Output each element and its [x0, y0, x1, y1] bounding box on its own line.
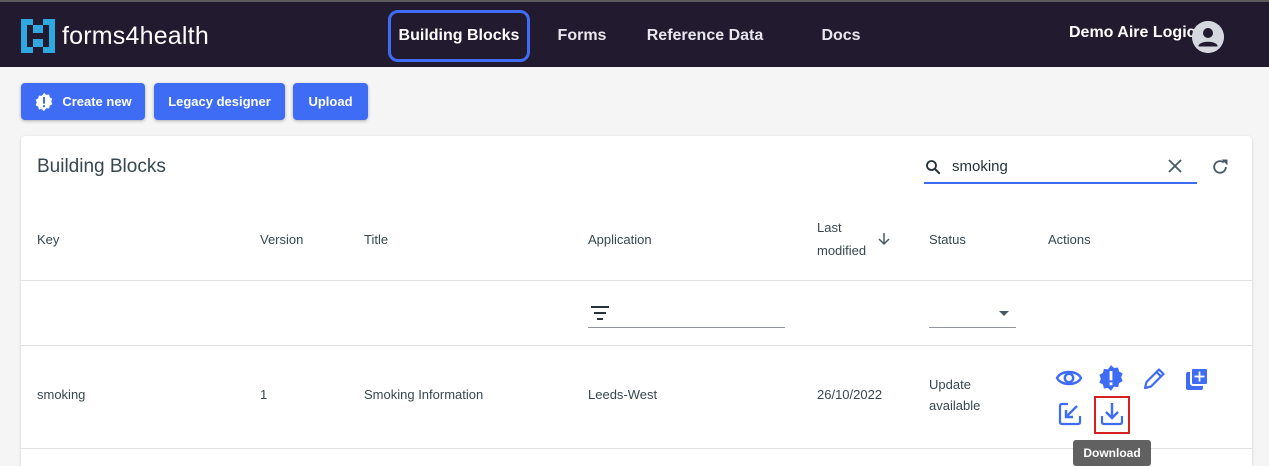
download-tooltip: Download: [1073, 440, 1151, 466]
column-header-application[interactable]: Application: [588, 232, 652, 247]
avatar[interactable]: [1192, 21, 1224, 53]
cell-status-line2: available: [929, 398, 981, 413]
card-title: Building Blocks: [37, 156, 166, 177]
column-header-actions: Actions: [1048, 232, 1091, 247]
account-icon: [1192, 21, 1224, 53]
duplicate-icon[interactable]: [1184, 366, 1210, 392]
column-header-version[interactable]: Version: [260, 232, 303, 247]
app-logo[interactable]: forms4health: [21, 18, 209, 54]
search-icon: [926, 160, 941, 175]
column-header-key[interactable]: Key: [37, 232, 59, 247]
cell-key: smoking: [37, 387, 86, 402]
row-divider: [21, 448, 1252, 449]
nav-forms[interactable]: Forms: [552, 10, 612, 62]
column-header-last-modified-line1[interactable]: Last: [817, 220, 842, 235]
nav-building-blocks[interactable]: Building Blocks: [388, 10, 530, 62]
search-field[interactable]: [924, 150, 1197, 184]
new-version-badge-icon[interactable]: [1097, 364, 1125, 392]
nav-docs[interactable]: Docs: [812, 10, 870, 62]
top-navbar: forms4health Building Blocks Forms Refer…: [0, 0, 1269, 67]
user-name[interactable]: Demo Aire Logic: [1069, 24, 1196, 42]
cell-application: Leeds-West: [588, 387, 658, 402]
nav-reference-data[interactable]: Reference Data: [638, 10, 772, 62]
upload-button[interactable]: Upload: [293, 83, 368, 120]
download-focus-highlight: [1094, 396, 1130, 434]
building-blocks-card: Building Blocks Key Version Title Applic…: [21, 136, 1252, 466]
filter-divider: [21, 345, 1252, 346]
status-filter-select[interactable]: [929, 327, 1016, 328]
app-name: forms4health: [62, 21, 209, 50]
column-header-last-modified-line2[interactable]: modified: [817, 243, 866, 258]
view-eye-icon[interactable]: [1055, 367, 1083, 389]
application-filter-input[interactable]: [588, 327, 785, 328]
header-divider: [21, 280, 1252, 281]
column-header-status: Status: [929, 232, 966, 247]
filter-icon: [591, 306, 609, 320]
search-input[interactable]: [952, 154, 1152, 178]
cell-version: 1: [260, 387, 268, 402]
import-arrow-icon[interactable]: [1057, 401, 1083, 427]
legacy-designer-button[interactable]: Legacy designer: [154, 83, 285, 120]
chevron-down-icon[interactable]: [998, 310, 1010, 318]
create-new-button[interactable]: Create new: [21, 83, 145, 120]
close-icon[interactable]: [1168, 159, 1182, 173]
forms4health-logo-icon: [21, 19, 55, 53]
edit-pencil-icon[interactable]: [1141, 366, 1167, 392]
cell-title: Smoking Information: [364, 387, 484, 402]
cell-status-line1: Update: [929, 377, 971, 392]
refresh-icon[interactable]: [1210, 157, 1230, 177]
create-new-label: Create new: [62, 94, 132, 109]
new-badge-icon: [35, 92, 53, 111]
column-header-title[interactable]: Title: [364, 232, 388, 247]
cell-last-modified: 26/10/2022: [817, 387, 883, 402]
sort-arrow-down-icon[interactable]: [877, 232, 891, 246]
